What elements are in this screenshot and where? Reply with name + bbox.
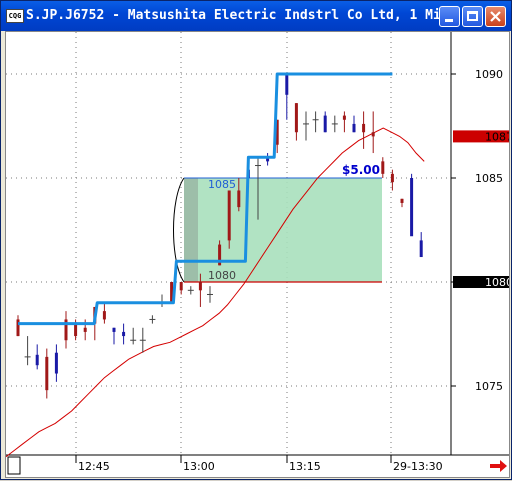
price-bar-body — [381, 161, 385, 174]
trade-profit-label: $5.00 — [342, 163, 380, 177]
price-marker-label: 1087 — [485, 130, 509, 143]
y-tick-label: 1085 — [475, 172, 503, 185]
minimize-icon — [445, 19, 453, 22]
price-bar-body — [400, 198, 404, 203]
price-bar-body — [362, 123, 366, 133]
price-bar-body — [102, 311, 106, 320]
x-tick-label: 13:00 — [183, 460, 215, 473]
price-bar-body — [112, 327, 116, 332]
price-bar-body — [237, 190, 241, 208]
trade-box[interactable] — [184, 178, 382, 282]
price-bar-body — [410, 178, 414, 237]
price-bar-body — [419, 240, 423, 258]
price-bar-body — [390, 173, 394, 183]
price-bar-body — [45, 356, 49, 391]
price-bar-body — [227, 190, 231, 241]
close-button[interactable] — [485, 6, 506, 27]
price-bar-body — [179, 282, 183, 291]
price-bar-body — [371, 132, 375, 137]
price-bar-body — [285, 74, 289, 95]
trade-box-lower-label: 1080 — [208, 269, 236, 282]
x-tick-label: 29-13:30 — [393, 460, 443, 473]
price-bar-body — [352, 123, 356, 133]
price-bar-body — [83, 327, 87, 332]
scroll-start-box[interactable] — [7, 456, 21, 475]
price-bar-body — [198, 282, 202, 291]
right-arrow-icon[interactable] — [490, 460, 507, 472]
price-chart[interactable]: 1075 1080 1085 1090 12:45 13:00 13:15 29-13:30 1… — [5, 32, 512, 477]
maximize-icon — [467, 11, 478, 21]
trade-box-upper-label: 1085 — [208, 178, 236, 191]
y-tick-label: 1090 — [475, 68, 503, 81]
y-tick-label: 1075 — [475, 380, 503, 393]
maximize-button[interactable] — [462, 6, 483, 27]
close-icon — [490, 11, 501, 22]
title-bar[interactable]: CQG S.JP.J6752 - Matsushita Electric Ind… — [1, 1, 511, 31]
x-tick-label: 12:45 — [78, 460, 110, 473]
price-bar-body — [35, 354, 39, 366]
price-bar-body — [16, 319, 20, 337]
price-bar-body — [323, 115, 327, 133]
price-bar-body — [74, 323, 78, 337]
chart-window: CQG S.JP.J6752 - Matsushita Electric Ind… — [0, 0, 512, 480]
price-bar-body — [54, 352, 58, 374]
x-tick-label: 13:15 — [289, 460, 321, 473]
window-title: S.JP.J6752 - Matsushita Electric Indstrl… — [26, 8, 449, 23]
price-marker-label: 1080 — [485, 276, 509, 289]
price-bar-body — [294, 103, 298, 133]
chart-area[interactable]: 1075 1080 1085 1090 12:45 13:00 13:15 29-13:30 1… — [5, 31, 512, 478]
cqg-app-icon[interactable]: CQG — [6, 9, 24, 23]
minimize-button[interactable] — [439, 6, 460, 27]
trade-box-shadow — [184, 178, 198, 282]
price-bar-body — [122, 331, 126, 337]
price-bar-body — [342, 115, 346, 120]
